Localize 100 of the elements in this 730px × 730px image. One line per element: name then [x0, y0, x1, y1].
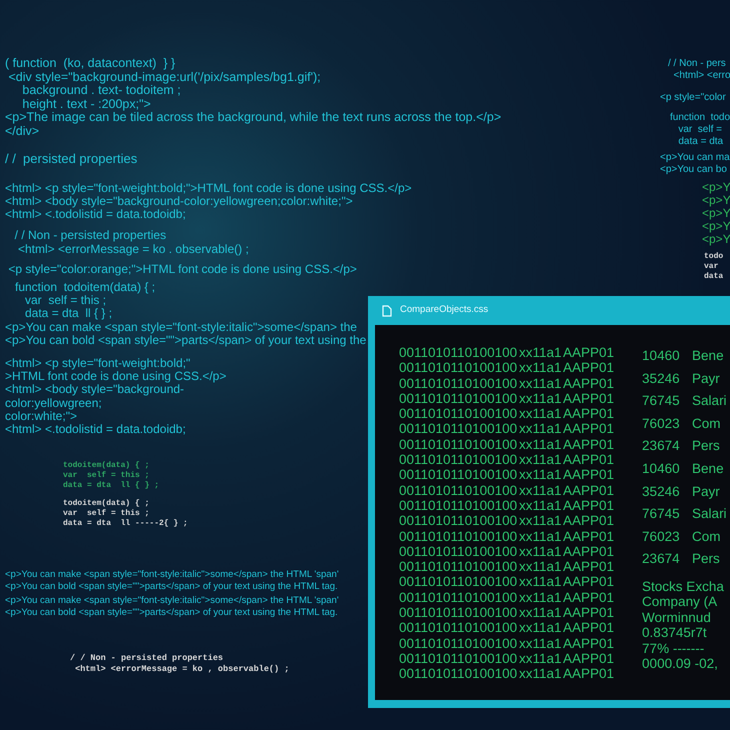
binary-text: 0011010110100100: [399, 636, 518, 651]
account-number: 10460: [642, 347, 681, 365]
tag-text: AAPP01: [563, 390, 614, 406]
tag-text: AAPP01: [563, 636, 614, 651]
account-number: 76745: [642, 392, 681, 410]
code-text: xx11a1: [519, 559, 563, 574]
code-line: <html> <.todolistid = data.todoidb;: [5, 423, 187, 436]
account-name: Bene: [692, 347, 724, 365]
binary-text: 0011010110100100: [399, 666, 518, 682]
binary-text: 0011010110100100: [399, 376, 518, 391]
account-number: 76023: [642, 414, 681, 433]
binary-text: 0011010110100100: [399, 345, 518, 360]
code-text: xx11a1: [519, 390, 563, 406]
code-line: <div style="background-image:url('/pix/samples/bg1.gif');: [8, 70, 322, 84]
binary-text: 0011010110100100: [399, 574, 518, 590]
binary-text: 0011010110100100: [399, 650, 518, 666]
code-text: xx11a1: [519, 376, 563, 391]
code-line: data = dta ll -----2{ } ;: [63, 519, 188, 529]
code-text: xx11a1: [519, 345, 563, 360]
code-line: / / persisted properties: [5, 151, 138, 167]
code-text: xx11a1: [519, 360, 563, 376]
note-line: Company (A: [642, 594, 718, 610]
code-line: <p>You can ma: [660, 152, 730, 164]
code-line: <p>Y: [702, 207, 730, 220]
code-text: xx11a1: [519, 590, 563, 606]
account-number: 23674: [642, 437, 681, 456]
code-line: todoitem(data) { ;: [63, 499, 150, 509]
code-line: color:yellowgreen;: [5, 396, 103, 410]
binary-text: 0011010110100100: [399, 620, 518, 636]
binary-text: 0011010110100100: [399, 482, 518, 498]
code-line: <html> <body style="background-color:yellowgreen;color:white;">: [5, 195, 353, 208]
tag-text: AAPP01: [563, 666, 614, 682]
code-line: <p>You can bo: [660, 164, 728, 176]
tag-text: AAPP01: [563, 559, 614, 574]
code-line: <html> <errorMessage = ko . observable() ;: [17, 242, 249, 256]
account-name: Com: [692, 414, 721, 433]
code-line: / / Non - persisted properties: [70, 653, 224, 664]
code-line: data = dta ll { } ;: [63, 481, 160, 491]
tag-text: AAPP01: [563, 452, 614, 468]
code-text: xx11a1: [519, 452, 563, 468]
code-line: <p>The image can be tiled across the background, while the text runs across the top.</p>: [5, 111, 502, 124]
code-line: >HTML font code is done using CSS.</p>: [5, 370, 226, 384]
tag-text: AAPP01: [563, 650, 614, 666]
code-line: function todoitem(data) { ;: [14, 281, 156, 294]
binary-text: 0011010110100100: [399, 421, 518, 437]
tag-text: AAPP01: [563, 574, 614, 590]
note-line: 77% -------: [642, 640, 706, 656]
code-line: <p>Y: [702, 194, 730, 207]
tag-text: AAPP01: [563, 467, 614, 483]
code-line: data: [704, 272, 724, 282]
note-line: 0000.09 -02,: [642, 656, 719, 672]
code-text: xx11a1: [519, 636, 563, 651]
account-number: 76745: [642, 505, 681, 524]
code-text: xx11a1: [519, 436, 563, 452]
code-text: xx11a1: [519, 666, 563, 682]
binary-text: 0011010110100100: [399, 467, 518, 483]
binary-text: 0011010110100100: [399, 390, 518, 406]
file-icon: [382, 304, 392, 316]
code-line: data = dta ll { } ;: [24, 307, 114, 321]
code-line: </div>: [5, 124, 40, 138]
code-text: xx11a1: [519, 482, 563, 498]
binary-text: 0011010110100100: [399, 513, 518, 529]
tag-text: AAPP01: [563, 360, 614, 376]
code-line: <p>Y: [702, 181, 730, 194]
tag-text: AAPP01: [563, 436, 614, 452]
code-line: <p>You can bold <span style="">parts</span> of your text using the HTML tag.: [5, 580, 339, 592]
code-line: <html> <body style="background-: [5, 383, 184, 397]
account-name: Salari: [692, 505, 727, 524]
account-name: Payr: [692, 482, 720, 501]
code-line: <html> <erro: [672, 70, 730, 82]
code-line: var self = this ;: [24, 294, 106, 308]
code-text: xx11a1: [519, 406, 563, 422]
code-line: todo: [704, 252, 724, 262]
account-name: Payr: [692, 370, 720, 388]
code-line: <p>Y: [702, 233, 730, 246]
binary-text: 0011010110100100: [399, 360, 518, 376]
code-line: var self = this ;: [63, 471, 150, 481]
code-text: xx11a1: [519, 421, 563, 437]
binary-text: 0011010110100100: [399, 590, 518, 606]
binary-text: 0011010110100100: [399, 559, 518, 574]
binary-text: 0011010110100100: [399, 452, 518, 468]
tag-text: AAPP01: [563, 376, 614, 391]
tag-text: AAPP01: [563, 498, 614, 514]
code-line: <p>You can bold <span style="">parts</span> of your text using the HTML tag.: [5, 606, 339, 618]
binary-text: 0011010110100100: [399, 406, 518, 422]
code-line: <p style="color:orange;">HTML font code is done using CSS.</p>: [7, 262, 357, 276]
code-line: <html> <p style="font-weight:bold;": [5, 357, 192, 370]
code-text: xx11a1: [519, 650, 563, 666]
code-line: / / Non - pers: [668, 58, 727, 70]
account-number: 76023: [642, 528, 681, 546]
tag-text: AAPP01: [563, 605, 614, 620]
binary-text: 0011010110100100: [399, 528, 518, 544]
tag-text: AAPP01: [563, 590, 614, 606]
tag-text: AAPP01: [563, 406, 614, 422]
code-line: height . text - :200px;">: [22, 98, 152, 111]
binary-text: 0011010110100100: [399, 498, 518, 514]
code-text: xx11a1: [519, 605, 563, 620]
code-line: / / Non - persisted properties: [14, 228, 168, 242]
binary-text: 0011010110100100: [399, 436, 518, 452]
code-line: var: [704, 262, 720, 272]
